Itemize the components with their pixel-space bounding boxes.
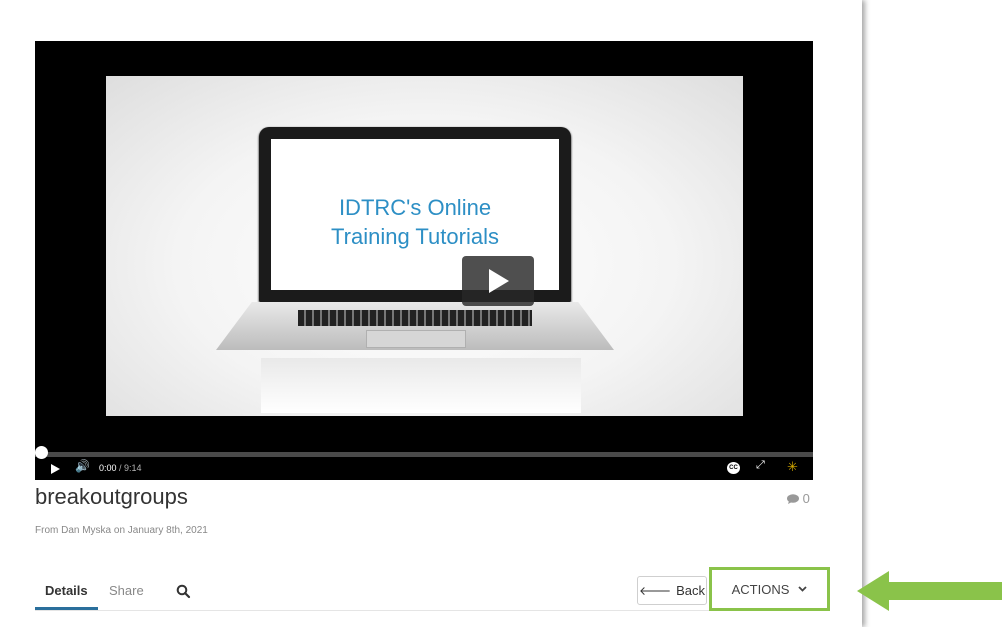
fullscreen-icon[interactable]: ⤢ [756, 459, 765, 472]
volume-icon[interactable]: 🔊 [75, 459, 90, 473]
back-button[interactable]: 🡐 Back [637, 576, 707, 605]
search-icon[interactable] [176, 584, 191, 599]
actions-dropdown-button[interactable]: ACTIONS [709, 567, 830, 611]
active-tab-indicator [35, 607, 98, 610]
back-button-label: Back [676, 583, 706, 598]
slide-text-line2: Training Tutorials [331, 224, 499, 249]
current-time: 0:00 [99, 463, 117, 473]
actions-button-label: ACTIONS [731, 581, 790, 597]
closed-captions-icon[interactable]: CC [727, 462, 740, 474]
video-frame: IDTRC's Online Training Tutorials [106, 76, 743, 416]
play-icon[interactable] [51, 464, 60, 474]
slide-text-line1: IDTRC's Online [338, 195, 492, 220]
kaltura-logo-icon[interactable]: ✳ [787, 459, 798, 475]
tab-details[interactable]: Details [45, 583, 88, 598]
entry-meta: From Dan Myska on January 8th, 2021 [35, 525, 208, 536]
duration: / 9:14 [119, 463, 142, 473]
comment-count-value: 0 [802, 491, 810, 506]
back-arrow-icon: 🡐 [638, 584, 672, 598]
big-play-button[interactable] [462, 256, 534, 306]
comment-count[interactable]: 0 [787, 491, 810, 506]
tab-share[interactable]: Share [109, 583, 144, 598]
video-player[interactable]: IDTRC's Online Training Tutorials 🔊 0:00… [35, 41, 813, 480]
media-entry-card: IDTRC's Online Training Tutorials 🔊 0:00… [0, 0, 862, 627]
seek-bar[interactable] [35, 452, 813, 457]
entry-title: breakoutgroups [35, 484, 188, 509]
laptop-base-image [216, 302, 614, 350]
time-display: 0:00 / 9:14 [99, 463, 142, 473]
chevron-down-icon [798, 586, 808, 592]
pointer-arrow-icon [857, 571, 1002, 611]
comment-icon [787, 494, 799, 504]
control-bar: 🔊 0:00 / 9:14 CC ⤢ ✳ [35, 458, 813, 480]
tabs-divider [35, 610, 822, 611]
